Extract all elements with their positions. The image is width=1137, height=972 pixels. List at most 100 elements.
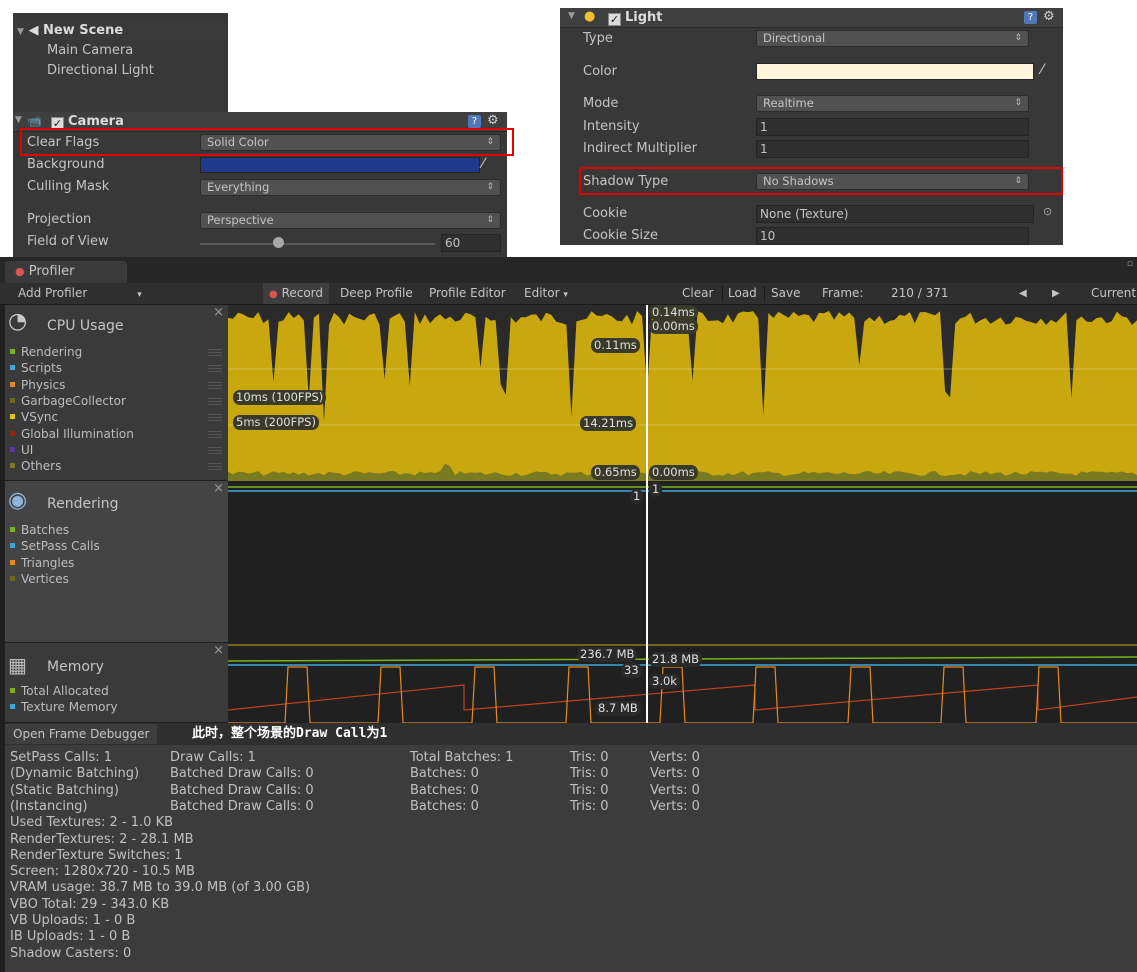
help-book-icon[interactable]: ? — [468, 115, 481, 128]
light-inspector: ▼ ● ✓ Light ? ⚙ Type Directional ⇕ Color ⁄… — [560, 8, 1063, 245]
rendering-legend-item[interactable]: Batches — [10, 522, 69, 538]
profiler-toolbar: Add Profiler ▾ ● Record Deep Profile Prof… — [0, 283, 1137, 305]
drag-handle-icon[interactable] — [208, 414, 222, 416]
memory-k-value: 3.0k — [649, 674, 680, 689]
mode-dropdown[interactable]: Realtime ⇕ — [756, 95, 1029, 112]
cpu-legend-item[interactable]: Scripts — [10, 360, 62, 376]
legend-swatch — [10, 559, 15, 565]
close-module-icon[interactable]: × — [213, 305, 224, 320]
hierarchy-item-directional-light[interactable]: Directional Light — [47, 62, 154, 80]
drag-handle-icon[interactable] — [208, 381, 222, 383]
gear-icon[interactable]: ⚙ — [487, 113, 499, 128]
deep-profile-button[interactable]: Deep Profile — [340, 283, 413, 304]
gear-icon[interactable]: ⚙ — [1043, 9, 1055, 24]
scene-row[interactable]: ▼ ◀ New Scene — [13, 22, 228, 40]
collapse-arrow-icon[interactable]: ▼ — [15, 115, 22, 125]
memory-legend-item[interactable]: Texture Memory — [10, 699, 118, 715]
drag-handle-icon[interactable] — [208, 365, 222, 367]
rendering-module[interactable]: ◉ Rendering × Batches SetPass Calls Triang… — [5, 481, 228, 643]
close-module-icon[interactable]: × — [213, 481, 224, 496]
type-label: Type — [583, 31, 613, 46]
drag-handle-icon[interactable] — [208, 397, 222, 399]
next-frame-icon[interactable]: ▶ — [1052, 283, 1060, 304]
hierarchy-item-main-camera[interactable]: Main Camera — [47, 42, 133, 60]
memory-title: Memory — [47, 659, 104, 675]
cpu-legend-item[interactable]: Others — [10, 458, 61, 474]
stats-col-5-line: Verts: 0 — [650, 766, 700, 782]
indirect-multiplier-input[interactable]: 1 — [756, 140, 1029, 158]
frame-counter: 210 / 371 — [891, 286, 949, 300]
cpu-legend-item[interactable]: UI — [10, 442, 33, 458]
culling-mask-label: Culling Mask — [27, 179, 110, 194]
save-button[interactable]: Save — [771, 283, 800, 304]
fov-label: Field of View — [27, 234, 109, 249]
memory-count-value: 33 — [621, 663, 642, 678]
fps100-label: 10ms (100FPS) — [233, 390, 327, 405]
culling-mask-dropdown[interactable]: Everything ⇕ — [200, 179, 501, 196]
cpu-legend-item[interactable]: VSync — [10, 409, 58, 425]
drag-handle-icon[interactable] — [208, 446, 222, 448]
memory-legend-item[interactable]: Total Allocated — [10, 683, 109, 699]
tab-profiler[interactable]: ● Profiler — [5, 261, 127, 283]
add-profiler-dropdown[interactable]: Add Profiler ▾ — [18, 283, 142, 304]
object-picker-icon[interactable]: ⊙ — [1043, 205, 1052, 218]
cpu-legend-item[interactable]: Physics — [10, 377, 65, 393]
legend-label: Rendering — [21, 345, 83, 359]
drag-handle-icon[interactable] — [208, 349, 222, 350]
close-module-icon[interactable]: × — [213, 643, 224, 658]
background-color-swatch[interactable] — [200, 157, 480, 173]
legend-swatch — [10, 575, 15, 581]
light-enabled-checkbox[interactable]: ✓ — [608, 13, 621, 26]
memory-module[interactable]: ▦ Memory × Total Allocated Texture Memory — [5, 643, 228, 723]
open-frame-debugger-button[interactable]: Open Frame Debugger — [5, 724, 158, 744]
legend-swatch — [10, 430, 15, 436]
mode-value: Realtime — [763, 96, 814, 110]
stats-col-2-line: Batched Draw Calls: 0 — [170, 766, 314, 782]
fov-input[interactable]: 60 — [441, 234, 501, 252]
drag-handle-icon[interactable] — [208, 430, 222, 432]
dropdown-arrow-icon: ▾ — [563, 290, 568, 300]
rendering-legend-item[interactable]: SetPass Calls — [10, 538, 100, 554]
clear-button[interactable]: Clear — [682, 283, 713, 304]
camera-title: Camera — [68, 114, 124, 129]
window-menu-icon[interactable]: ▫ — [1127, 259, 1133, 269]
cookie-size-input[interactable]: 10 — [756, 227, 1029, 245]
stats-col-4-line: Tris: 0 — [570, 750, 609, 765]
profile-editor-button[interactable]: Profile Editor — [429, 283, 506, 304]
intensity-input[interactable]: 1 — [756, 118, 1029, 136]
projection-dropdown[interactable]: Perspective ⇕ — [200, 212, 501, 229]
stats-col-3-line: Batches: 0 — [410, 766, 479, 782]
collapse-arrow-icon[interactable]: ▼ — [568, 11, 575, 21]
fov-slider-track[interactable] — [200, 243, 435, 245]
cpu-vsync-area — [228, 311, 1137, 481]
prev-frame-icon[interactable]: ◀ — [1019, 283, 1027, 304]
cpu-legend-item[interactable]: Rendering — [10, 344, 82, 360]
cpu-legend-item[interactable]: GarbageCollector — [10, 393, 126, 409]
camera-inspector: ▼ 📹 ✓ Camera ? ⚙ Clear Flags Solid Color ⇕… — [13, 112, 514, 257]
cpu-top-left-value: 0.11ms — [591, 338, 640, 353]
stats-col-1-line: Shadow Casters: 0 — [10, 945, 132, 961]
legend-swatch — [10, 446, 15, 452]
cookie-object-field[interactable]: None (Texture) — [756, 205, 1034, 223]
current-frame-button[interactable]: Current — [1091, 283, 1136, 304]
record-label: Record — [281, 286, 324, 300]
drag-handle-icon[interactable] — [208, 463, 222, 465]
editor-target-dropdown[interactable]: Editor ▾ — [524, 283, 568, 304]
help-book-icon[interactable]: ? — [1024, 11, 1037, 24]
rendering-legend-item[interactable]: Triangles — [10, 555, 74, 571]
light-color-swatch[interactable] — [756, 63, 1034, 80]
load-button[interactable]: Load — [728, 283, 757, 304]
light-title: Light — [625, 10, 663, 25]
eyedropper-icon[interactable]: ⁄ — [482, 156, 484, 172]
mode-label: Mode — [583, 96, 619, 111]
legend-label: Scripts — [21, 361, 63, 376]
stats-col-5-line: Verts: 0 — [650, 798, 700, 814]
eyedropper-icon[interactable]: ⁄ — [1041, 62, 1043, 78]
cpu-legend-item[interactable]: Global Illumination — [10, 426, 134, 442]
record-button[interactable]: ● Record — [263, 283, 330, 304]
rendering-legend-item[interactable]: Vertices — [10, 571, 69, 587]
collapse-arrow-icon[interactable]: ▼ — [17, 27, 24, 37]
cpu-usage-module[interactable]: ◔ CPU Usage × Rendering Scripts Physics Gar… — [5, 305, 228, 481]
type-dropdown[interactable]: Directional ⇕ — [756, 30, 1029, 47]
fov-slider-thumb[interactable] — [272, 237, 284, 248]
